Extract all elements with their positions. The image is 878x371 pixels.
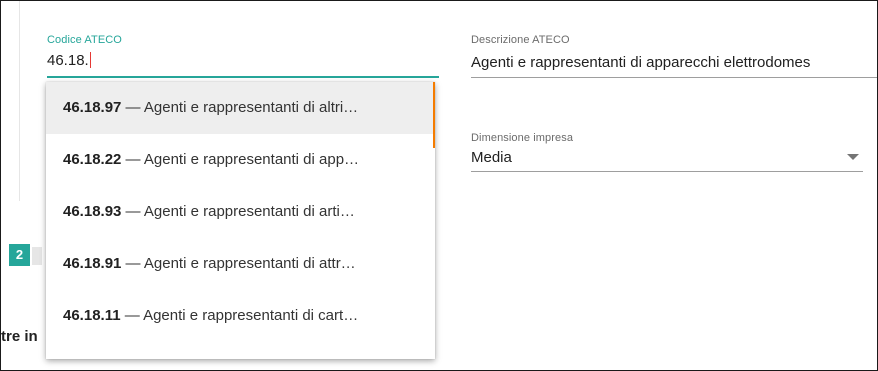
option-code: 46.18.93 (63, 203, 122, 220)
company-size-select[interactable]: Media (471, 149, 512, 166)
option-code: 46.18.22 (63, 151, 122, 168)
ateco-code-label: Codice ATECO (47, 34, 122, 46)
company-size-label: Dimensione impresa (471, 132, 574, 144)
section-divider (19, 1, 20, 201)
ateco-description-input[interactable]: Agenti e rappresentanti di apparecchi el… (471, 54, 871, 71)
option-description: — Agenti e rappresentanti di attr… (121, 255, 356, 272)
ateco-description-underline (471, 77, 877, 78)
option-description: — Agenti e rappresentanti di app… (121, 151, 360, 168)
autocomplete-option[interactable]: 46.18.91 — Agenti e rappresentanti di at… (46, 238, 435, 290)
company-size-underline (471, 171, 863, 172)
option-description: — Agenti e rappresentanti di arti… (121, 203, 355, 220)
ateco-autocomplete-list: 46.18.97 — Agenti e rappresentanti di al… (46, 82, 435, 359)
autocomplete-option[interactable]: 46.18.93 — Agenti e rappresentanti di ar… (46, 186, 435, 238)
text-cursor (89, 52, 91, 68)
option-code: 46.18.91 (63, 255, 122, 272)
autocomplete-option[interactable]: 46.18.11 — Agenti e rappresentanti di ca… (46, 290, 435, 342)
step-number-badge: 2 (9, 244, 30, 266)
section-heading: tre in (1, 328, 38, 345)
option-description: — Agenti e rappresentanti di altri… (121, 99, 359, 116)
ateco-code-underline (47, 76, 439, 78)
option-code: 46.18.11 (63, 307, 121, 324)
ateco-code-value: 46.18. (47, 52, 89, 69)
autocomplete-option[interactable]: 46.18.97 — Agenti e rappresentanti di al… (46, 82, 435, 134)
option-description: — Agenti e rappresentanti di cart… (120, 307, 359, 324)
scrollbar-thumb[interactable] (433, 82, 435, 148)
option-code: 46.18.97 (63, 99, 122, 116)
autocomplete-option[interactable]: 46.18.22 — Agenti e rappresentanti di ap… (46, 134, 435, 186)
form-panel: Codice ATECO 46.18. Descrizione ATECO Ag… (0, 0, 878, 371)
ateco-description-label: Descrizione ATECO (471, 34, 570, 46)
ateco-code-input[interactable]: 46.18. (47, 52, 91, 69)
dropdown-arrow-icon[interactable] (847, 154, 859, 160)
step-label-stub (32, 247, 42, 265)
